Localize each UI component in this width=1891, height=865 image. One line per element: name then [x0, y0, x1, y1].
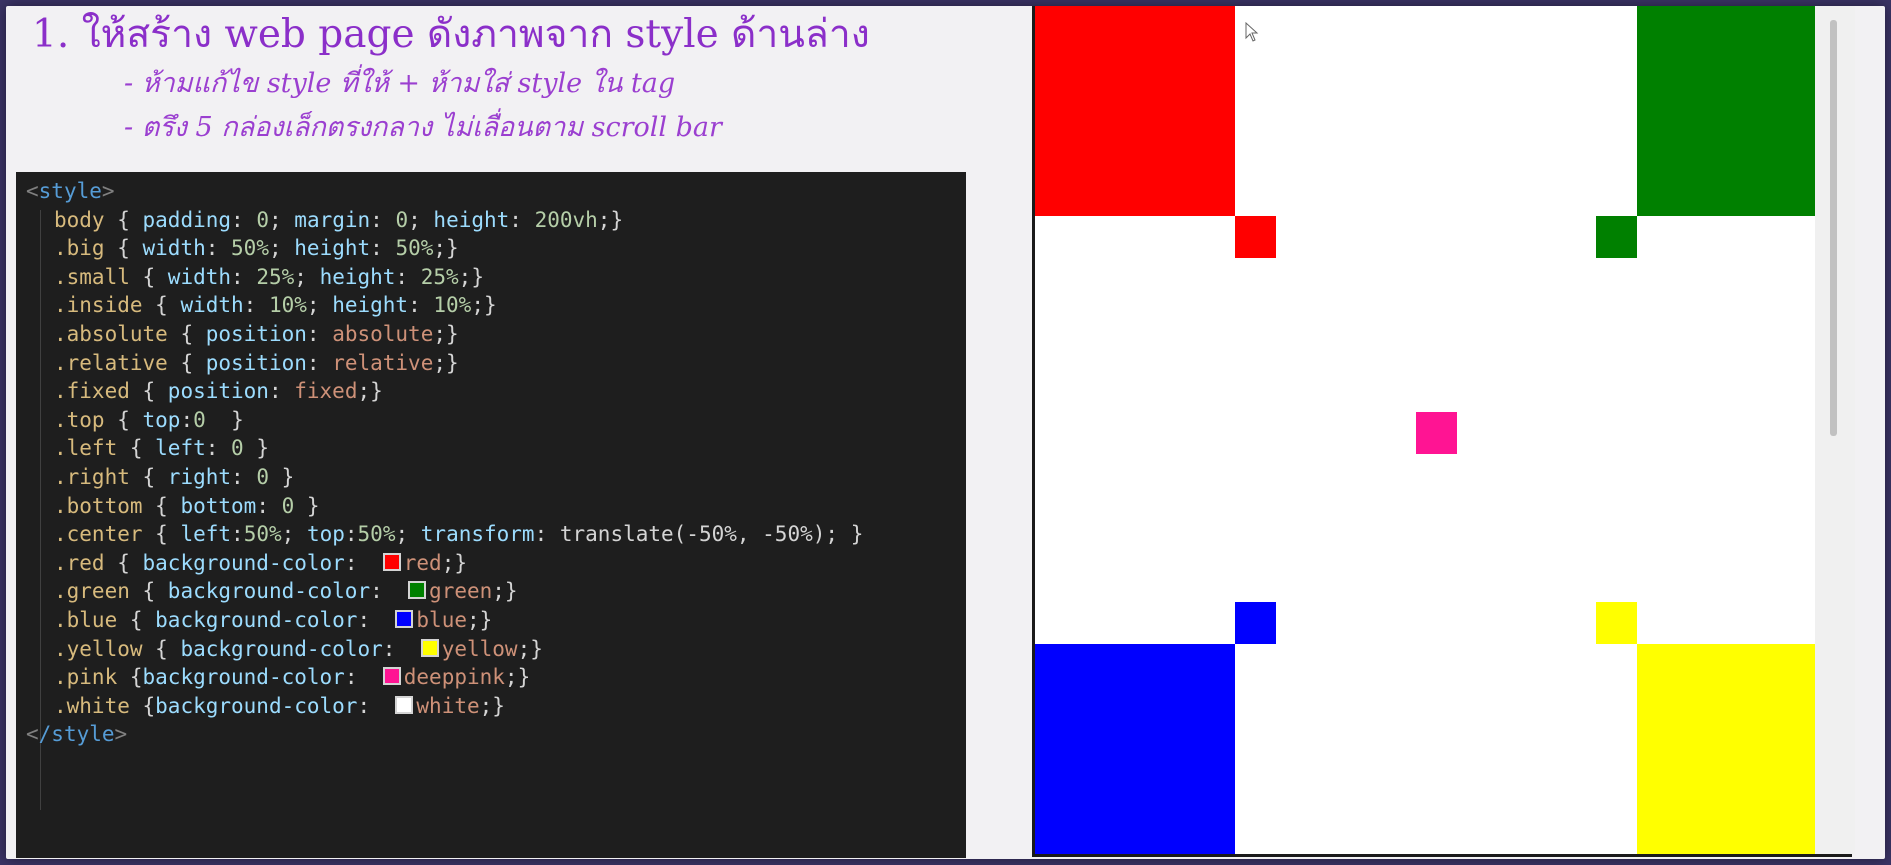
slide-title: 1. ให้สร้าง web page ดังภาพจาก style ด้า…	[32, 12, 870, 57]
css-selector: .yellow	[54, 636, 143, 661]
css-value: 10%	[268, 293, 307, 318]
css-selector: .relative	[54, 350, 168, 375]
browser-preview[interactable]	[1032, 6, 1852, 857]
small-pink-box	[1416, 412, 1457, 454]
css-property: left	[180, 522, 232, 547]
css-property: right	[167, 465, 232, 489]
css-property: background-color	[155, 608, 358, 632]
css-value: white	[416, 693, 480, 718]
css-property: height	[433, 207, 510, 232]
css-selector: .small	[54, 264, 130, 289]
small-yellow-box	[1596, 602, 1637, 644]
color-swatch-icon	[382, 552, 401, 571]
css-property: padding	[142, 207, 232, 232]
css-property: margin	[294, 207, 371, 232]
css-selector: .top	[54, 407, 105, 432]
css-selector: .right	[54, 465, 130, 489]
css-value: 200vh	[534, 207, 598, 232]
css-value: fixed	[294, 379, 358, 404]
css-property: position	[205, 350, 307, 375]
preview-scrollbar[interactable]	[1815, 6, 1855, 854]
css-value: 10%	[433, 293, 472, 318]
css-value: green	[429, 579, 493, 604]
scrollbar-thumb[interactable]	[1830, 20, 1837, 436]
css-value: deeppink	[403, 665, 505, 690]
css-selector: .bottom	[54, 493, 143, 518]
css-value: 50%	[231, 236, 269, 261]
css-property: transform	[420, 522, 535, 547]
small-green-box	[1596, 216, 1637, 258]
code-tag-name: /style	[38, 722, 115, 747]
css-selector: .green	[54, 579, 130, 604]
css-selector: .red	[54, 550, 105, 575]
css-selector: body	[54, 207, 105, 232]
css-value: 0	[256, 465, 269, 489]
css-property: background-color	[155, 693, 358, 718]
css-value: 0	[256, 207, 269, 232]
css-value: 50%	[357, 522, 396, 547]
css-value: relative	[332, 350, 434, 375]
css-property: height	[319, 264, 396, 289]
css-selector: .inside	[54, 293, 143, 318]
big-blue-box	[1035, 644, 1235, 854]
css-property: position	[167, 379, 269, 404]
css-value: 0	[395, 207, 409, 232]
color-swatch-icon	[395, 610, 414, 628]
css-property: top	[142, 407, 181, 432]
css-value: translate(-50%, -50%)	[559, 522, 826, 547]
css-property: bottom	[180, 493, 257, 518]
css-selector: .pink	[54, 665, 118, 690]
code-close-tag: </style>	[26, 722, 128, 747]
css-value: 50%	[243, 522, 282, 547]
css-value: 50%	[395, 236, 434, 261]
code-tag-name: style	[38, 179, 102, 203]
color-swatch-icon	[382, 667, 401, 686]
css-property: background-color	[167, 579, 371, 604]
big-red-box	[1035, 6, 1235, 216]
css-value: yellow	[441, 636, 518, 661]
css-value: 25%	[420, 264, 459, 289]
css-property: position	[205, 322, 307, 346]
color-swatch-icon	[420, 638, 439, 657]
css-property: height	[332, 293, 409, 318]
css-property: background-color	[180, 636, 383, 661]
css-selector: .absolute	[54, 322, 168, 346]
css-property: width	[142, 236, 206, 261]
css-property: background-color	[142, 665, 345, 690]
css-property: width	[180, 293, 244, 318]
css-property: background-color	[142, 550, 345, 575]
big-yellow-box	[1637, 644, 1844, 854]
big-green-box	[1637, 6, 1844, 216]
color-swatch-icon	[395, 695, 414, 714]
css-property: top	[306, 522, 345, 547]
css-value: 0	[231, 436, 244, 461]
instruction-line-2: - ตรึง 5 กล่องเล็กตรงกลาง ไม่เลื่อนตาม s…	[124, 112, 722, 143]
css-value: 0	[193, 407, 206, 432]
css-property: height	[294, 236, 371, 261]
css-selector: .big	[54, 236, 105, 261]
instruction-line-1: - ห้ามแก้ไข style ที่ให้ + ห้ามใส่ style…	[124, 68, 676, 99]
code-panel: <style> body { padding: 0; margin: 0; hei…	[16, 172, 966, 858]
css-value: red	[403, 550, 442, 575]
small-red-box	[1235, 216, 1276, 258]
css-selector: .white	[54, 693, 130, 718]
css-value: 0	[281, 493, 295, 518]
css-selector: .blue	[54, 608, 118, 632]
css-property: width	[167, 264, 232, 289]
mouse-cursor-icon	[1245, 22, 1259, 42]
css-value: 25%	[256, 264, 295, 289]
css-selector: .left	[54, 436, 118, 461]
color-swatch-icon	[408, 581, 427, 600]
css-selector: .fixed	[54, 379, 130, 404]
css-selector: .center	[54, 522, 143, 547]
lesson-slide: 1. ให้สร้าง web page ดังภาพจาก style ด้า…	[6, 6, 1885, 859]
css-value: blue	[416, 608, 467, 632]
css-value: absolute	[332, 322, 434, 346]
css-property: left	[155, 436, 206, 461]
small-blue-box	[1235, 602, 1276, 644]
